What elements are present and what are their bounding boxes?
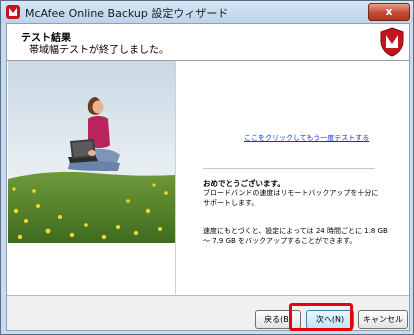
header-subtitle: 帯域幅テストが終了しました。	[29, 45, 169, 56]
hero-photo	[8, 61, 175, 243]
mcafee-shield-icon	[379, 27, 405, 57]
wizard-window: McAfee Online Backup 設定ウィザード x テスト結果 帯域幅…	[0, 0, 414, 335]
window-title: McAfee Online Backup 設定ウィザード	[25, 7, 229, 20]
close-icon: x	[385, 5, 393, 18]
next-button-highlight	[289, 303, 353, 331]
wizard-client-area: テスト結果 帯域幅テストが終了しました。 ここをクリックしてもう一度テストする …	[6, 23, 410, 331]
cancel-button[interactable]: キャンセル	[358, 310, 408, 329]
close-button[interactable]: x	[368, 3, 410, 21]
wizard-header: テスト結果 帯域幅テストが終了しました。	[7, 24, 409, 61]
title-bar[interactable]: McAfee Online Backup 設定ウィザード x	[1, 1, 413, 23]
mcafee-app-icon	[6, 5, 20, 19]
result-paragraph-1: ブロードバンドの速度はリモートバックアップを十分にサポートします。	[203, 189, 379, 207]
retest-link[interactable]: ここをクリックしてもう一度テストする	[244, 133, 369, 143]
result-paragraph-2: 速度にもとづくと、設定によっては 24 時間ごとに 1.8 GB ～ 7.9 G…	[203, 227, 388, 245]
result-separator	[203, 168, 375, 169]
content-divider	[175, 61, 176, 294]
